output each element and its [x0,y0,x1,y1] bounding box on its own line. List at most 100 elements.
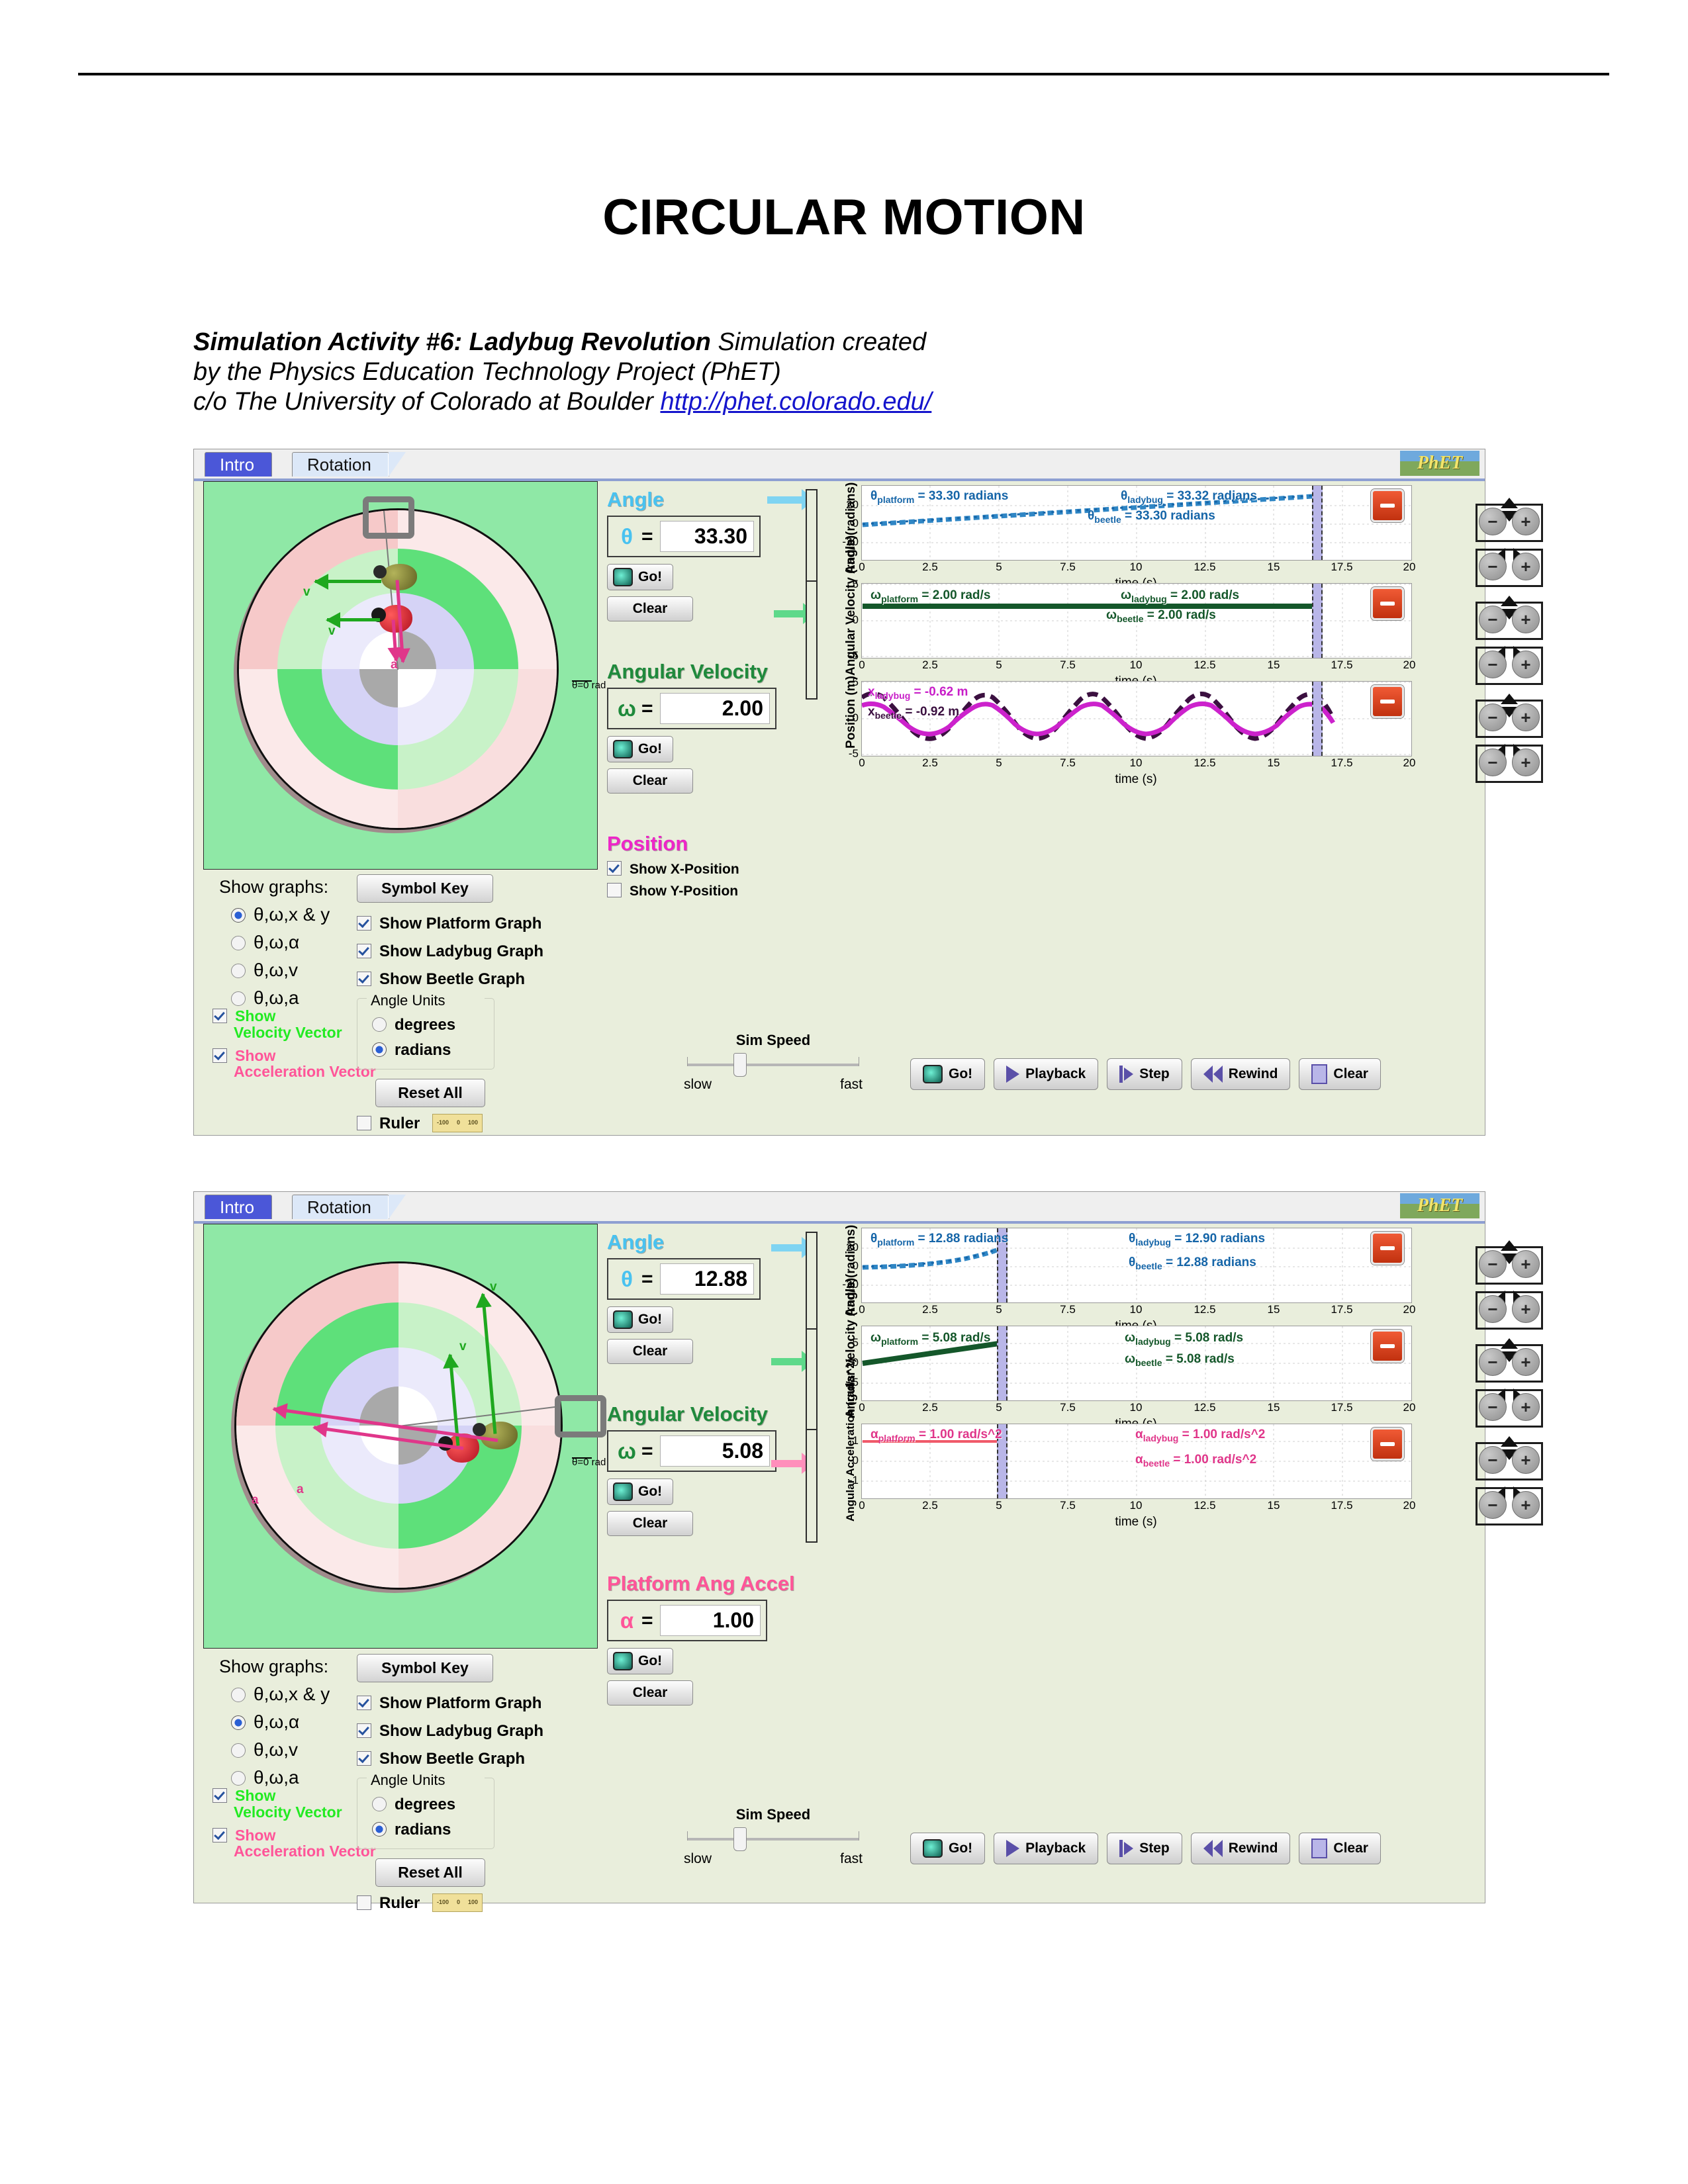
sim1-reset-all-button[interactable]: Reset All [375,1079,485,1107]
sim2-show-acceleration-vector[interactable]: Show Acceleration Vector [212,1827,376,1860]
sim2-tab-intro[interactable]: Intro [205,1195,273,1219]
sim2-omega-collapse-button[interactable] [1371,1330,1404,1363]
sim2-radio-theta-omega-v[interactable]: θ,ω,v [231,1739,330,1760]
checkbox-icon[interactable] [607,861,622,876]
radio-icon[interactable] [372,1042,387,1057]
checkbox-icon[interactable] [357,944,371,958]
zoom-out-icon[interactable]: − [1479,1295,1507,1323]
sim1-go-button[interactable]: Go! [910,1058,986,1090]
sim1-clear-button[interactable]: Clear [1299,1058,1381,1090]
zoom-in-icon[interactable]: + [1512,1348,1540,1376]
zoom-vertical-alpha[interactable]: − + [1476,1436,1543,1480]
sim2-step-button[interactable]: Step [1107,1833,1182,1864]
radio-icon[interactable] [231,1688,246,1702]
slider-knob[interactable] [733,1053,747,1077]
zoom-out-icon[interactable]: − [1479,1491,1507,1519]
sim1-symbol-key-button[interactable]: Symbol Key [357,874,493,903]
sim2-go-button[interactable]: Go! [910,1833,986,1864]
sim1-radio-theta-omega-xy[interactable]: θ,ω,x & y [231,904,330,925]
checkbox-icon[interactable] [212,1009,227,1023]
zoom-out-icon[interactable]: − [1479,1348,1507,1376]
sim1-step-button[interactable]: Step [1107,1058,1182,1090]
radio-icon[interactable] [372,1797,387,1811]
sim1-omega-input[interactable]: 2.00 [659,693,770,724]
sim2-angle-clear-button[interactable]: Clear [607,1339,693,1364]
radio-icon[interactable] [231,1743,246,1758]
zoom-vertical-angle[interactable]: − + [1476,1240,1543,1285]
sim2-alpha-input[interactable]: 1.00 [659,1605,761,1636]
zoom-vertical-omega[interactable]: − + [1476,596,1543,640]
sim2-alpha-clear-button[interactable]: Clear [607,1680,693,1706]
sim2-speed-slider[interactable] [687,1827,859,1851]
zoom-horizontal-angle[interactable]: − + [1476,548,1543,587]
sim2-alpha-field-box[interactable]: α = 1.00 [607,1600,767,1641]
sim1-omega-field-box[interactable]: ω = 2.00 [607,688,776,729]
sim1-check-show-x-position[interactable]: Show X-Position [607,861,776,878]
zoom-out-icon[interactable]: − [1479,749,1507,776]
sim1-radio-theta-omega-a[interactable]: θ,ω,a [231,987,330,1009]
zoom-out-icon[interactable]: − [1479,704,1507,731]
sim1-radio-radians[interactable]: radians [372,1041,485,1060]
radio-icon[interactable] [231,908,246,923]
zoom-vertical-omega[interactable]: − + [1476,1338,1543,1383]
sim1-angle-clear-button[interactable]: Clear [607,596,693,621]
zoom-horizontal-alpha[interactable]: − + [1476,1486,1543,1525]
zoom-in-icon[interactable]: + [1512,553,1540,580]
checkbox-icon[interactable] [357,1895,371,1910]
sim2-omega-input[interactable]: 5.08 [659,1435,770,1467]
sim1-position-cursor[interactable] [1312,682,1323,756]
radio-icon[interactable] [231,1771,246,1786]
checkbox-icon[interactable] [357,1116,371,1130]
checkbox-icon[interactable] [212,1827,227,1843]
sim1-angle-collapse-button[interactable] [1371,489,1404,522]
sim1-playback-button[interactable]: Playback [994,1058,1099,1090]
sim1-rewind-button[interactable]: Rewind [1190,1058,1291,1090]
slider-knob[interactable] [733,1827,747,1851]
checkbox-icon[interactable] [607,883,622,897]
sim2-radio-theta-omega-xy[interactable]: θ,ω,x & y [231,1684,330,1705]
sim1-radio-theta-omega-alpha[interactable]: θ,ω,α [231,932,330,953]
sim1-platform[interactable] [237,508,559,830]
sim1-stage[interactable]: v v a θ=0 rad [203,481,606,870]
radio-icon[interactable] [231,991,246,1006]
sim2-playback-button[interactable]: Playback [994,1833,1099,1864]
sim1-check-show-beetle-graph[interactable]: Show Beetle Graph [357,970,543,989]
sim1-omega-cursor[interactable] [1312,584,1323,658]
zoom-in-icon[interactable]: + [1512,1446,1540,1474]
sim2-show-velocity-vector[interactable]: Show Velocity Vector [212,1788,376,1821]
sim2-alpha-slot[interactable] [806,1429,818,1543]
sim1-tab-rotation[interactable]: Rotation [292,452,406,477]
radio-icon[interactable] [372,1822,387,1837]
zoom-horizontal-position[interactable]: − + [1476,744,1543,783]
radio-icon[interactable] [231,964,246,978]
sim1-omega-clear-button[interactable]: Clear [607,768,693,794]
zoom-in-icon[interactable]: + [1512,749,1540,776]
sim2-radio-degrees[interactable]: degrees [372,1796,485,1814]
sim2-radio-radians[interactable]: radians [372,1821,485,1839]
zoom-out-icon[interactable]: − [1479,508,1507,535]
zoom-in-icon[interactable]: + [1512,606,1540,633]
sim2-stage[interactable]: v v a a θ=0 rad [203,1224,606,1649]
sim1-angle-cursor[interactable] [1312,486,1323,560]
zoom-in-icon[interactable]: + [1512,1295,1540,1323]
sim2-rewind-button[interactable]: Rewind [1190,1833,1291,1864]
sim1-radio-theta-omega-v[interactable]: θ,ω,v [231,960,330,981]
sim2-radio-theta-omega-a[interactable]: θ,ω,a [231,1767,330,1788]
checkbox-icon[interactable] [357,1751,371,1766]
zoom-out-icon[interactable]: − [1479,1250,1507,1278]
zoom-in-icon[interactable]: + [1512,1491,1540,1519]
checkbox-icon[interactable] [212,1048,227,1063]
checkbox-icon[interactable] [357,916,371,931]
sim2-ruler-toggle[interactable]: Ruler -100 0 100 [357,1893,543,1913]
radio-icon[interactable] [231,1715,246,1730]
sim1-omega-go-button[interactable]: Go! [607,736,674,762]
sim2-angle-go-button[interactable]: Go! [607,1306,674,1333]
checkbox-icon[interactable] [212,1788,227,1803]
sim1-check-show-y-position[interactable]: Show Y-Position [607,883,776,899]
sim2-theta-input[interactable]: 12.88 [659,1263,754,1295]
zoom-vertical-angle[interactable]: − + [1476,498,1543,542]
sim2-clear-button[interactable]: Clear [1299,1833,1381,1864]
checkbox-icon[interactable] [357,972,371,986]
zoom-out-icon[interactable]: − [1479,651,1507,678]
sim1-theta-input[interactable]: 33.30 [659,521,754,552]
